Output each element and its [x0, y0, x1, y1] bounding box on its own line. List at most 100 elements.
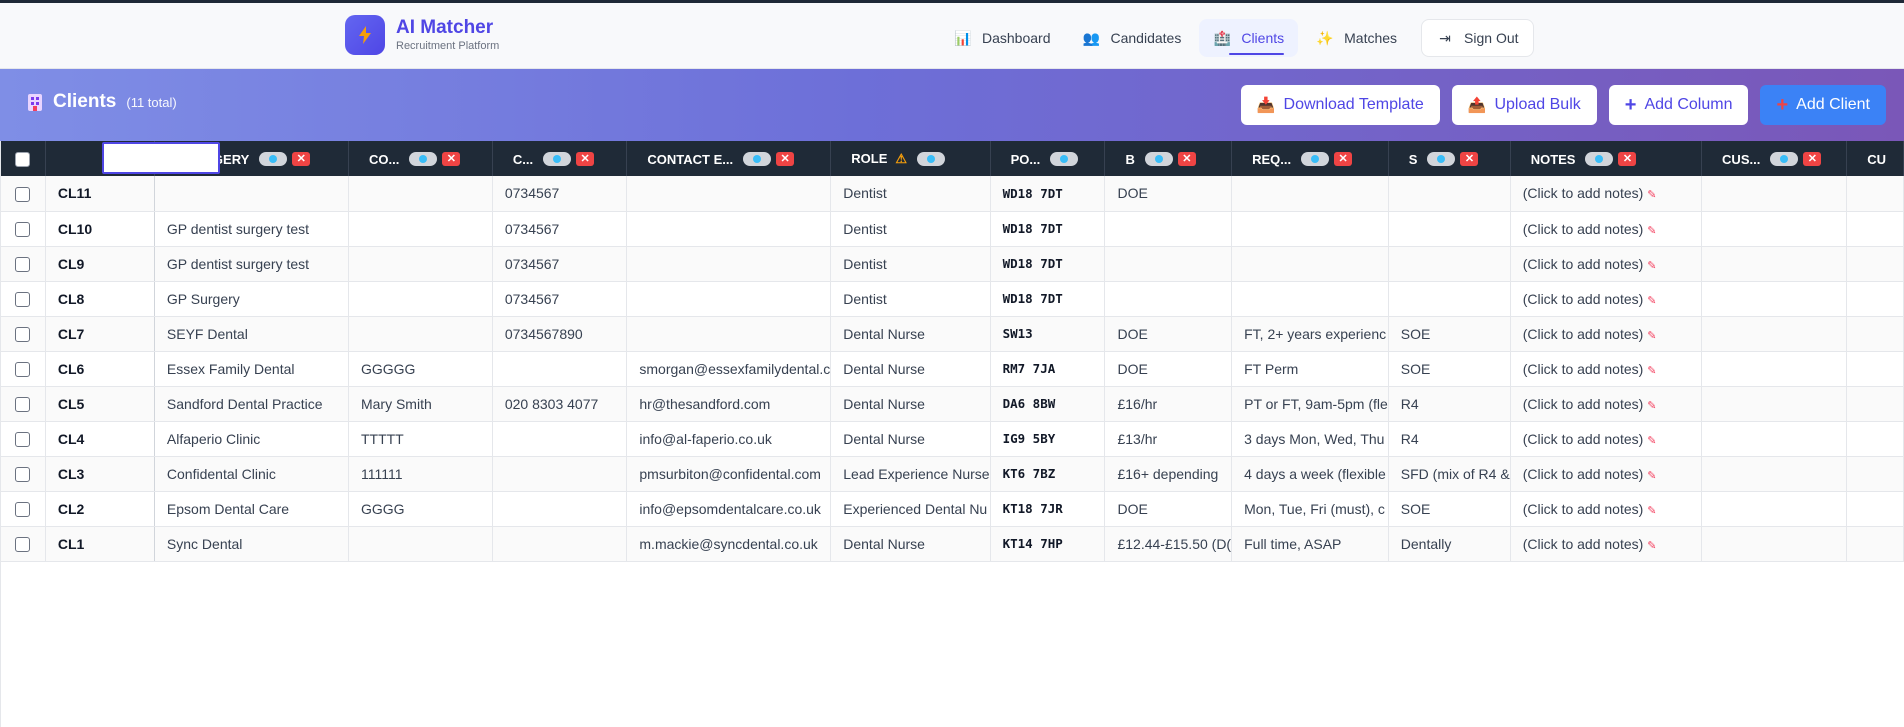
column-header[interactable]: CO... ✕: [348, 141, 493, 176]
cell-custom-2[interactable]: [1846, 386, 1904, 422]
column-visibility-toggle[interactable]: [1301, 152, 1330, 167]
cell-role[interactable]: Dental Nurse: [830, 386, 991, 422]
cell-system[interactable]: [1388, 211, 1511, 247]
column-visibility-toggle[interactable]: [259, 152, 288, 167]
cell-custom-2[interactable]: [1846, 211, 1904, 247]
cell-budget[interactable]: [1104, 211, 1233, 247]
column-header[interactable]: CUS... ✕: [1701, 141, 1848, 176]
cell-system[interactable]: SOE: [1388, 351, 1511, 387]
column-visibility-toggle[interactable]: [917, 151, 946, 166]
cell-notes[interactable]: (Click to add notes) ✎: [1510, 316, 1703, 352]
cell-custom-2[interactable]: [1846, 421, 1904, 457]
column-header[interactable]: ROLE ⚠: [830, 141, 991, 176]
row-checkbox[interactable]: [15, 396, 31, 412]
column-header[interactable]: S ✕: [1388, 141, 1511, 176]
row-checkbox[interactable]: [15, 221, 31, 237]
cell-custom-2[interactable]: [1846, 456, 1904, 492]
cell-surgery[interactable]: [154, 176, 349, 212]
cell-email[interactable]: smorgan@essexfamilydental.c: [626, 351, 832, 387]
table-row[interactable]: CL9 GP dentist surgery test 0734567 Dentist…: [1, 246, 1904, 282]
row-checkbox[interactable]: [15, 361, 31, 377]
nav-matches[interactable]: ✨ Matches: [1302, 19, 1411, 57]
remove-column-button[interactable]: ✕: [292, 152, 311, 167]
cell-postcode[interactable]: IG9 5BY: [990, 421, 1106, 457]
cell-system[interactable]: [1388, 246, 1511, 282]
table-row[interactable]: CL7 SEYF Dental 0734567890 Dental Nurse SW13…: [1, 316, 1904, 352]
cell-budget[interactable]: £13/hr: [1104, 421, 1233, 457]
cell-notes[interactable]: (Click to add notes) ✎: [1510, 386, 1703, 422]
cell-postcode[interactable]: DA6 8BW: [990, 386, 1106, 422]
cell-phone[interactable]: 0734567: [492, 281, 628, 317]
cell-budget[interactable]: £16/hr: [1104, 386, 1233, 422]
table-row[interactable]: CL2 Epsom Dental Care GGGG info@epsomdental…: [1, 491, 1904, 527]
remove-column-button[interactable]: ✕: [442, 152, 461, 167]
cell-req[interactable]: PT or FT, 9am-5pm (fle: [1231, 386, 1389, 422]
cell-req[interactable]: FT, 2+ years experienc: [1231, 316, 1389, 352]
add-client-button[interactable]: + Add Client: [1760, 85, 1886, 125]
cell-system[interactable]: SOE: [1388, 316, 1511, 352]
table-row[interactable]: CL11 0734567 Dentist WD18 7DT DOE (Click to a…: [1, 176, 1904, 212]
column-header[interactable]: C... ✕: [492, 141, 628, 176]
cell-phone[interactable]: 0734567: [492, 211, 628, 247]
cell-email[interactable]: hr@thesandford.com: [626, 386, 832, 422]
row-checkbox[interactable]: [15, 431, 31, 447]
cell-phone[interactable]: 0734567: [492, 176, 628, 212]
cell-surgery[interactable]: Alfaperio Clinic: [154, 421, 349, 457]
column-header[interactable]: NOTES ✕: [1510, 141, 1703, 176]
cell-contact[interactable]: GGGG: [348, 491, 493, 527]
cell-role[interactable]: Dentist: [830, 246, 991, 282]
cell-req[interactable]: 3 days Mon, Wed, Thu: [1231, 421, 1389, 457]
add-column-button[interactable]: + Add Column: [1608, 85, 1749, 125]
row-checkbox[interactable]: [15, 536, 31, 552]
edit-note-icon[interactable]: ✎: [1647, 540, 1656, 552]
row-checkbox[interactable]: [15, 466, 31, 482]
cell-email[interactable]: [626, 246, 832, 282]
row-checkbox[interactable]: [15, 326, 31, 342]
cell-role[interactable]: Dental Nurse: [830, 316, 991, 352]
cell-custom-1[interactable]: [1701, 526, 1848, 562]
edit-note-icon[interactable]: ✎: [1647, 365, 1656, 377]
cell-email[interactable]: [626, 211, 832, 247]
cell-email[interactable]: info@epsomdentalcare.co.uk: [626, 491, 832, 527]
cell-custom-1[interactable]: [1701, 176, 1848, 212]
cell-req[interactable]: [1231, 211, 1389, 247]
cell-custom-2[interactable]: [1846, 526, 1904, 562]
cell-email[interactable]: [626, 176, 832, 212]
cell-contact[interactable]: [348, 526, 493, 562]
cell-contact[interactable]: [348, 246, 493, 282]
cell-custom-1[interactable]: [1701, 456, 1848, 492]
cell-custom-2[interactable]: [1846, 246, 1904, 282]
cell-email[interactable]: pmsurbiton@confidental.com: [626, 456, 832, 492]
cell-contact[interactable]: [348, 211, 493, 247]
table-row[interactable]: CL5 Sandford Dental Practice Mary Smith 020…: [1, 386, 1904, 422]
cell-custom-1[interactable]: [1701, 281, 1848, 317]
table-row[interactable]: CL1 Sync Dental m.mackie@syncdental.co.uk D…: [1, 526, 1904, 562]
edit-note-icon[interactable]: ✎: [1647, 435, 1656, 447]
column-visibility-toggle[interactable]: [543, 152, 572, 167]
remove-column-button[interactable]: ✕: [1334, 152, 1353, 167]
table-row[interactable]: CL8 GP Surgery 0734567 Dentist WD18 7DT (Clic…: [1, 281, 1904, 317]
cell-system[interactable]: SOE: [1388, 491, 1511, 527]
cell-postcode[interactable]: KT14 7HP: [990, 526, 1106, 562]
cell-phone[interactable]: [492, 421, 628, 457]
cell-notes[interactable]: (Click to add notes) ✎: [1510, 281, 1703, 317]
cell-surgery[interactable]: GP Surgery: [154, 281, 349, 317]
edit-note-icon[interactable]: ✎: [1647, 470, 1656, 482]
column-visibility-toggle[interactable]: [1770, 152, 1799, 167]
cell-postcode[interactable]: WD18 7DT: [990, 176, 1106, 212]
cell-budget[interactable]: DOE: [1104, 351, 1233, 387]
column-header[interactable]: B ✕: [1104, 141, 1233, 176]
cell-postcode[interactable]: KT18 7JR: [990, 491, 1106, 527]
cell-surgery[interactable]: GP dentist surgery test: [154, 211, 349, 247]
cell-system[interactable]: R4: [1388, 421, 1511, 457]
cell-role[interactable]: Dental Nurse: [830, 526, 991, 562]
cell-custom-2[interactable]: [1846, 281, 1904, 317]
cell-custom-1[interactable]: [1701, 386, 1848, 422]
cell-email[interactable]: [626, 281, 832, 317]
column-visibility-toggle[interactable]: [409, 152, 438, 167]
cell-custom-1[interactable]: [1701, 421, 1848, 457]
cell-surgery[interactable]: Epsom Dental Care: [154, 491, 349, 527]
cell-contact[interactable]: Mary Smith: [348, 386, 493, 422]
cell-contact[interactable]: [348, 281, 493, 317]
cell-postcode[interactable]: WD18 7DT: [990, 211, 1106, 247]
